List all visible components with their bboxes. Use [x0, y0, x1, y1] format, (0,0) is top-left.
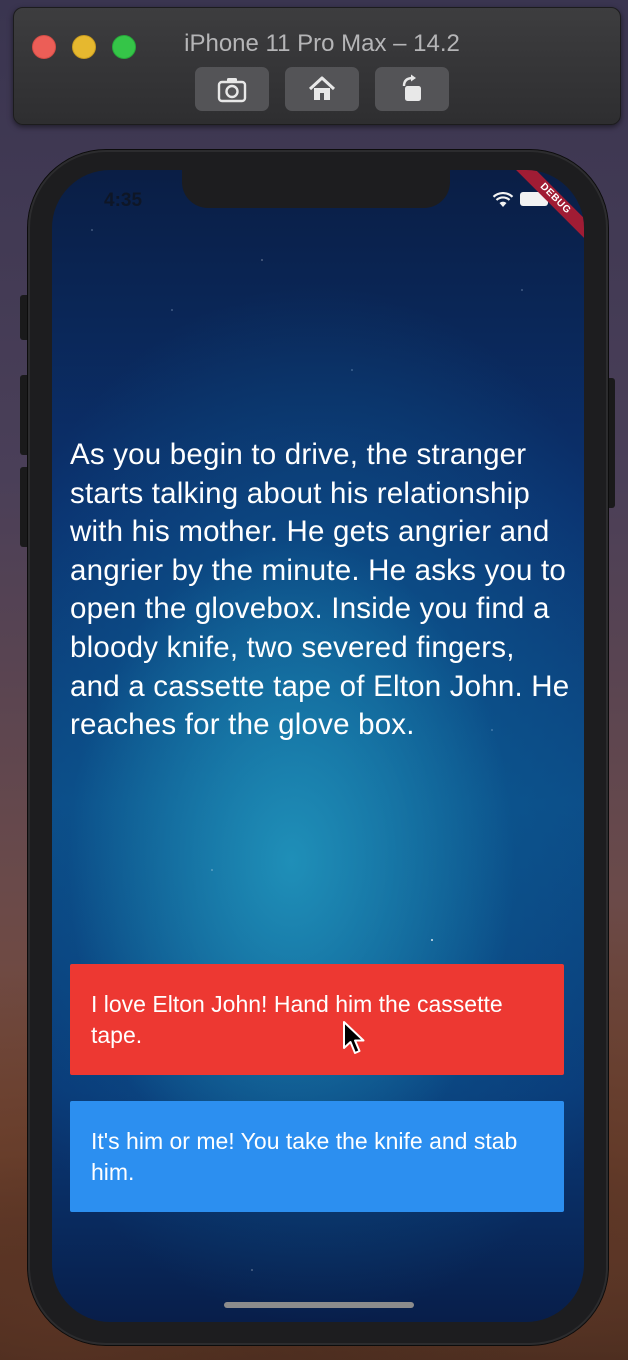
home-indicator[interactable]	[224, 1302, 414, 1308]
screenshot-icon	[217, 78, 247, 103]
story-text: As you begin to drive, the stranger star…	[70, 438, 570, 742]
simulator-titlebar: iPhone 11 Pro Max – 14.2	[13, 7, 621, 125]
mouse-pointer-icon	[343, 1021, 365, 1054]
choice-1-label: I love Elton John! Hand him the cassette…	[91, 991, 503, 1048]
home-button[interactable]	[285, 67, 359, 111]
app-screen: 4:35 DEBUG As you begin to drive, the st…	[52, 170, 584, 1322]
home-icon	[308, 76, 336, 100]
screenshot-button[interactable]	[195, 67, 269, 111]
choice-2-label: It's him or me! You take the knife and s…	[91, 1128, 518, 1185]
window-title: iPhone 11 Pro Max – 14.2	[184, 30, 460, 57]
wifi-icon	[492, 192, 514, 207]
choice-2-button[interactable]: It's him or me! You take the knife and s…	[70, 1101, 564, 1212]
choice-1-button[interactable]: I love Elton John! Hand him the cassette…	[70, 964, 564, 1075]
notch	[182, 170, 450, 208]
rotate-button[interactable]	[375, 67, 449, 111]
rotate-icon	[402, 74, 421, 101]
status-time: 4:35	[104, 190, 143, 211]
